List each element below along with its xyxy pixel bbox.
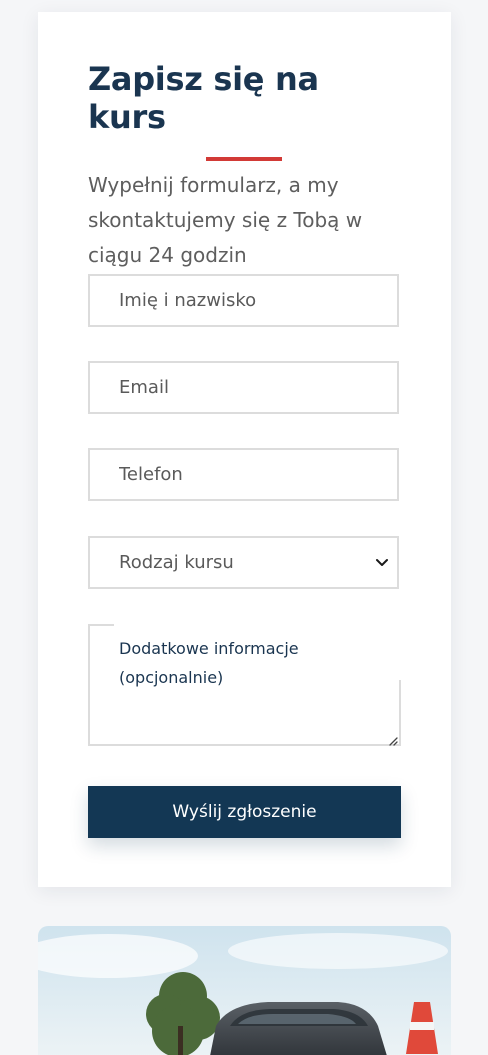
course-type-select[interactable]: Rodzaj kursu xyxy=(88,536,399,589)
name-input[interactable] xyxy=(119,276,397,325)
car-photo-card xyxy=(38,926,451,1055)
textarea-right-border xyxy=(399,680,401,744)
resize-handle-icon[interactable] xyxy=(388,731,398,746)
title-accent-underline xyxy=(206,157,282,161)
additional-info-placeholder: Dodatkowe informacje (opcjonalnie) xyxy=(119,639,299,687)
phone-input[interactable] xyxy=(119,450,397,499)
email-field-wrapper xyxy=(88,361,399,414)
car-photo-image xyxy=(38,926,451,1055)
course-type-select-value: Rodzaj kursu xyxy=(119,552,234,573)
email-input[interactable] xyxy=(119,363,397,412)
textarea-top-border xyxy=(90,624,114,626)
phone-field-wrapper xyxy=(88,448,399,501)
signup-form-card: Zapisz się na kurs Wypełnij formularz, a… xyxy=(38,12,451,887)
chevron-down-icon xyxy=(373,554,391,572)
name-field-wrapper xyxy=(88,274,399,327)
car-shape xyxy=(210,1002,387,1055)
form-subtitle: Wypełnij formularz, a my skontaktujemy s… xyxy=(88,173,363,267)
form-title: Zapisz się na kurs xyxy=(88,60,319,136)
additional-info-textarea[interactable]: Dodatkowe informacje (opcjonalnie) xyxy=(88,624,401,746)
page: Zapisz się na kurs Wypełnij formularz, a… xyxy=(0,0,488,1055)
submit-button[interactable]: Wyślij zgłoszenie xyxy=(88,786,401,838)
